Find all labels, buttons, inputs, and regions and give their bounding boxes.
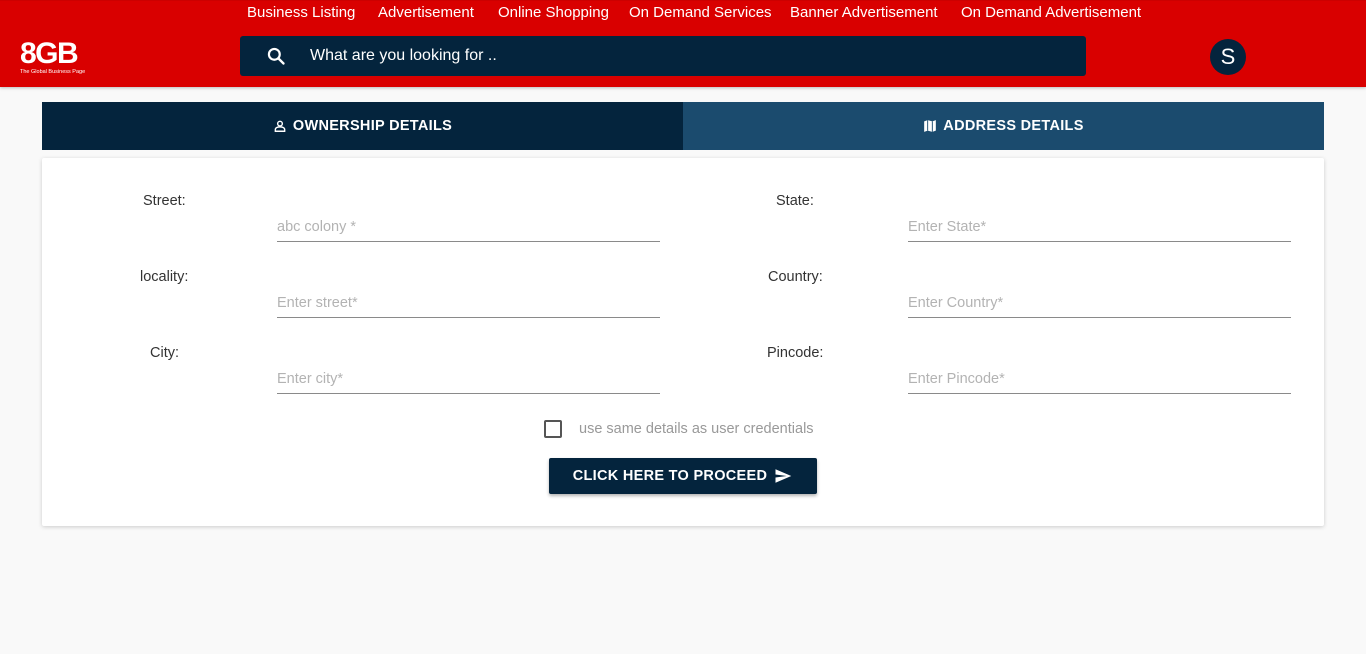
tab-ownership-label: OWNERSHIP DETAILS [292,118,453,134]
site-logo[interactable]: 8GB The Global Business Page [20,37,102,83]
nav-on-demand-advertisement[interactable]: On Demand Advertisement [961,4,1141,22]
nav-banner-advertisement[interactable]: Banner Advertisement [790,4,938,22]
top-nav: Business Listing Advertisement Online Sh… [0,4,1366,22]
city-label: City: [150,345,179,361]
street-field[interactable] [277,212,660,242]
proceed-button[interactable]: CLICK HERE TO PROCEED [549,458,817,494]
state-field[interactable] [908,212,1291,242]
top-header: Business Listing Advertisement Online Sh… [0,0,1366,87]
search-icon[interactable] [266,46,286,66]
proceed-button-label: CLICK HERE TO PROCEED [572,468,768,484]
country-field[interactable] [908,288,1291,318]
send-icon [775,469,792,483]
nav-business-listing[interactable]: Business Listing [247,4,355,22]
same-details-label: use same details as user credentials [579,421,814,437]
state-label: State: [776,193,814,209]
details-tabs: OWNERSHIP DETAILS ADDRESS DETAILS [42,102,1324,150]
street-label: Street: [143,193,186,209]
logo-tagline: The Global Business Page [20,69,86,75]
search-input[interactable] [310,36,1050,76]
locality-label: locality: [140,269,189,285]
locality-field[interactable] [277,288,660,318]
pincode-label: Pincode: [767,345,824,361]
pincode-field[interactable] [908,364,1291,394]
city-field[interactable] [277,364,660,394]
nav-advertisement[interactable]: Advertisement [378,4,474,22]
person-icon [274,120,286,132]
tab-ownership-details[interactable]: OWNERSHIP DETAILS [42,102,683,150]
tab-address-details[interactable]: ADDRESS DETAILS [683,102,1324,150]
nav-online-shopping[interactable]: Online Shopping [498,4,609,22]
nav-on-demand-services[interactable]: On Demand Services [629,4,772,22]
address-form-card: Street: locality: City: State: Country: … [42,158,1324,526]
logo-text: 8GB [20,37,79,70]
country-label: Country: [768,269,823,285]
map-icon [924,120,937,132]
search-bar [240,36,1086,76]
same-details-checkbox[interactable] [544,420,562,438]
user-avatar[interactable]: S [1210,39,1246,75]
tab-address-label: ADDRESS DETAILS [943,118,1084,134]
